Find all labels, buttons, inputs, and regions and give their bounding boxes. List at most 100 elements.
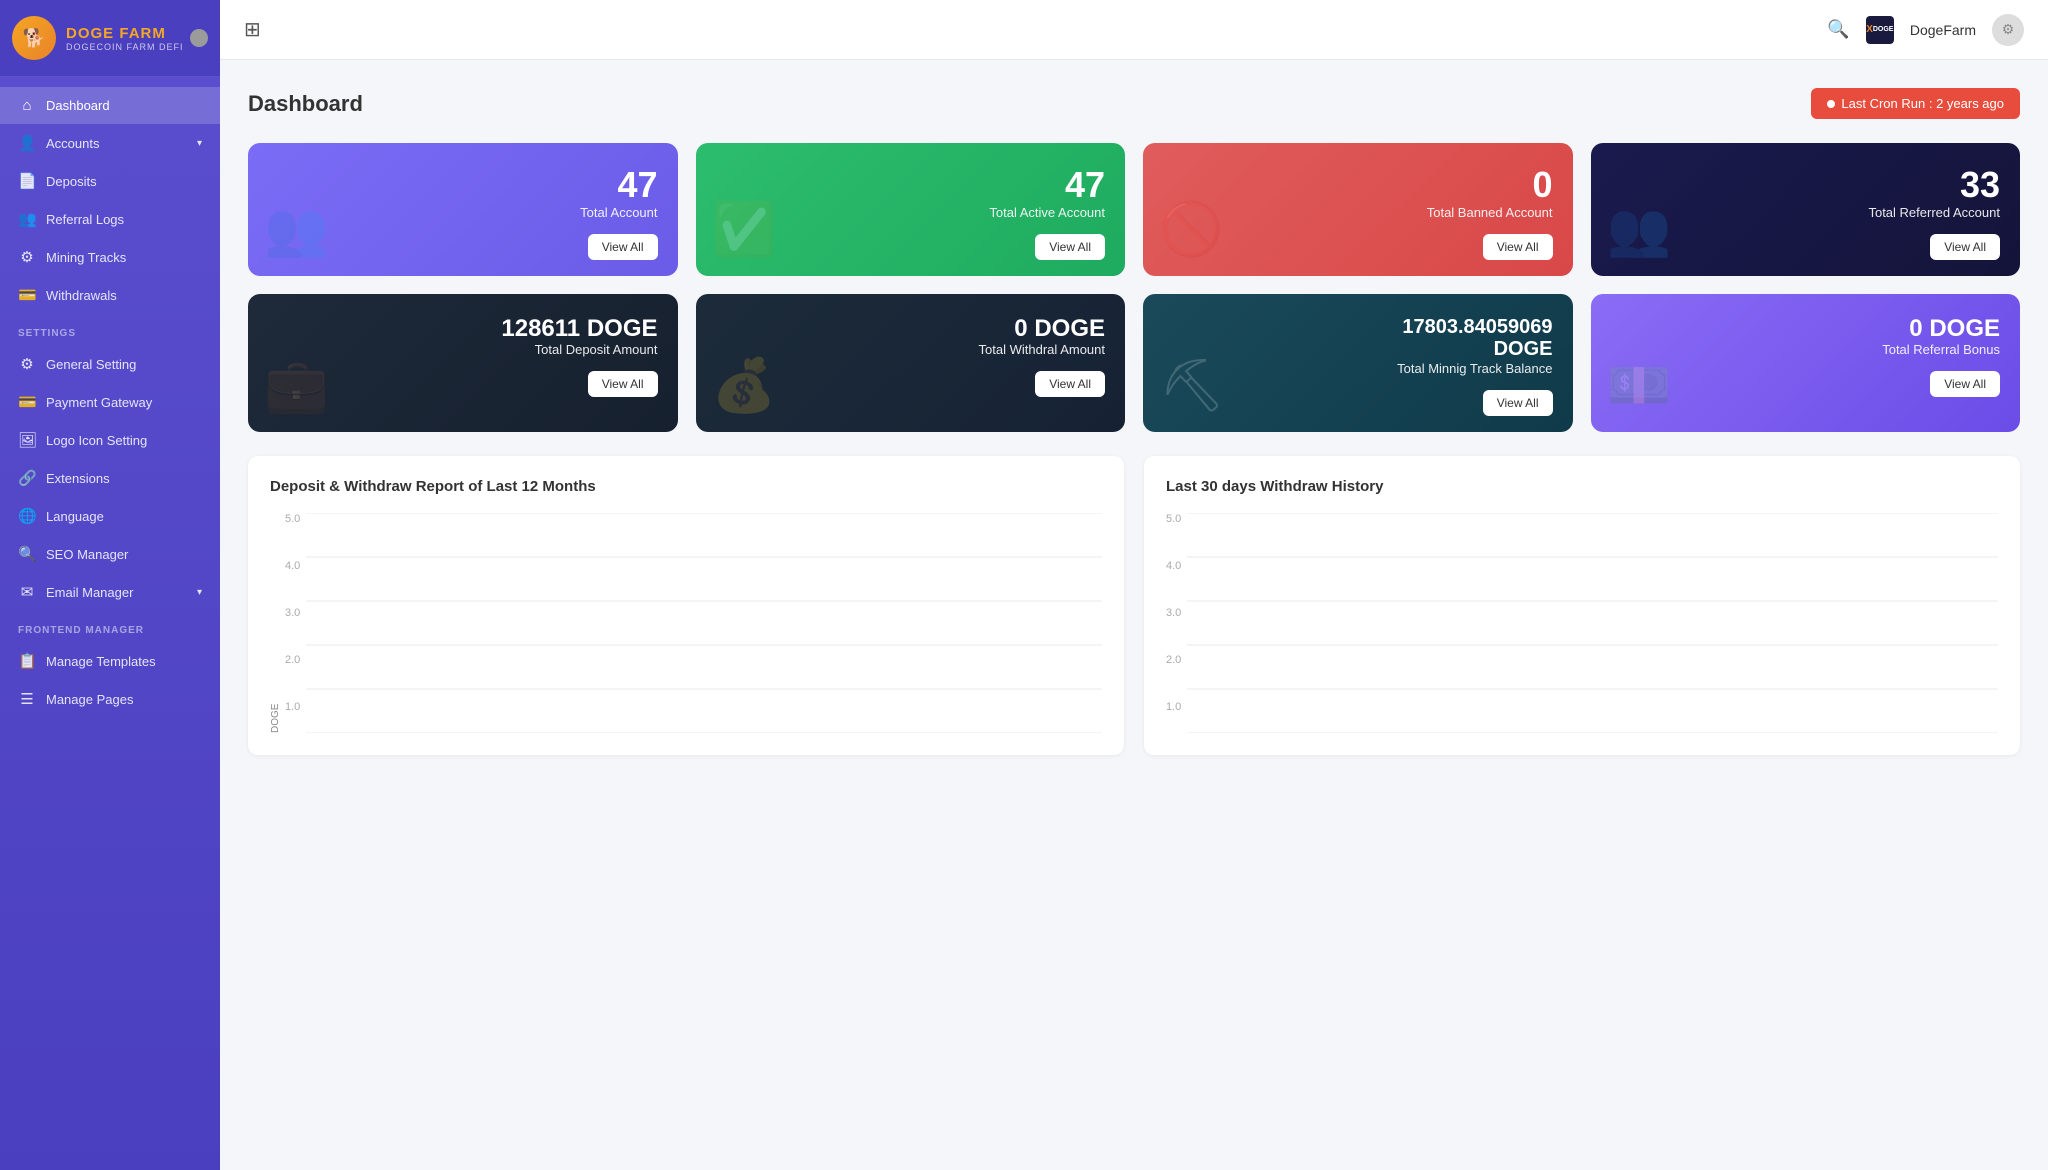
brand-sub: DOGECOIN FARM DEFI xyxy=(66,42,184,52)
active-account-label: Total Active Account xyxy=(716,205,1106,220)
sidebar-item-label: Accounts xyxy=(46,136,99,151)
sidebar-item-label: Dashboard xyxy=(46,98,110,113)
cron-badge: Last Cron Run : 2 years ago xyxy=(1811,88,2020,119)
banned-account-label: Total Banned Account xyxy=(1163,205,1553,220)
collapse-button[interactable]: ⊞ xyxy=(244,17,261,42)
withdraw-history-chart: Last 30 days Withdraw History 5.0 4.0 3.… xyxy=(1144,456,2020,755)
referral-bonus-bg-icon: 💵 xyxy=(1607,355,1672,416)
sidebar-item-label: Withdrawals xyxy=(46,288,117,303)
sidebar-item-mining-tracks[interactable]: ⚙ Mining Tracks xyxy=(0,238,220,276)
chart1-y-label: DOGE xyxy=(270,513,281,733)
home-icon: ⌂ xyxy=(18,97,36,114)
chart2-title: Last 30 days Withdraw History xyxy=(1166,478,1998,495)
y-tick-4: 4.0 xyxy=(285,560,300,572)
withdrawal-amount-label: Total Withdral Amount xyxy=(716,342,1106,357)
stat-card-referred-account: 👥 33 Total Referred Account View All xyxy=(1591,143,2021,276)
gear-icon: ⚙ xyxy=(18,355,36,373)
sidebar-item-deposits[interactable]: 📄 Deposits xyxy=(0,162,220,200)
deposits-icon: 📄 xyxy=(18,172,36,190)
chart2-svg-area xyxy=(1187,513,1998,733)
sidebar-item-referral-logs[interactable]: 👥 Referral Logs xyxy=(0,200,220,238)
withdrawals-icon: 💳 xyxy=(18,286,36,304)
language-icon: 🌐 xyxy=(18,507,36,525)
stat-card-mining-balance: ⛏ 17803.84059069 DOGE Total Minnig Track… xyxy=(1143,294,1573,432)
stat-cards-bottom: 💼 128611 DOGE Total Deposit Amount View … xyxy=(248,294,2020,432)
sidebar-item-label: Language xyxy=(46,509,104,524)
withdrawal-amount-number: 0 DOGE xyxy=(716,316,1106,342)
referred-account-label: Total Referred Account xyxy=(1611,205,2001,220)
email-icon: ✉ xyxy=(18,583,36,601)
deposit-bg-icon: 💼 xyxy=(264,355,329,416)
deposit-amount-view-btn[interactable]: View All xyxy=(588,371,658,397)
main-area: ⊞ 🔍 XDOGE DogeFarm ⚙ Dashboard Last Cron… xyxy=(220,0,2048,1170)
sidebar-nav: ⌂ Dashboard 👤 Accounts ▾ 📄 Deposits 👥 Re… xyxy=(0,77,220,1170)
referred-account-view-btn[interactable]: View All xyxy=(1930,234,2000,260)
chevron-down-icon: ▾ xyxy=(197,138,202,149)
sidebar-item-label: Logo Icon Setting xyxy=(46,433,147,448)
mining-icon: ⚙ xyxy=(18,248,36,266)
search-icon[interactable]: 🔍 xyxy=(1827,19,1849,40)
cron-label: Last Cron Run : 2 years ago xyxy=(1841,96,2004,111)
deposit-amount-number: 128611 DOGE xyxy=(268,316,658,342)
sidebar-item-logo-icon-setting[interactable]: 🖼 Logo Icon Setting xyxy=(0,421,220,459)
sidebar-item-label: Email Manager xyxy=(46,585,133,600)
stat-card-referral-bonus: 💵 0 DOGE Total Referral Bonus View All xyxy=(1591,294,2021,432)
stat-card-total-account: 👥 47 Total Account View All xyxy=(248,143,678,276)
y-tick-3: 3.0 xyxy=(285,607,300,619)
mining-balance-number: 17803.84059069 xyxy=(1163,316,1553,338)
sidebar-item-label: Referral Logs xyxy=(46,212,124,227)
sidebar-logo: 🐕 DOGE FARM DOGECOIN FARM DEFI xyxy=(0,0,220,77)
extensions-icon: 🔗 xyxy=(18,469,36,487)
pages-icon: ☰ xyxy=(18,690,36,708)
stat-card-banned-account: 🚫 0 Total Banned Account View All xyxy=(1143,143,1573,276)
y2-tick-2: 2.0 xyxy=(1166,654,1181,666)
chevron-down-icon: ▾ xyxy=(197,587,202,598)
sidebar-item-label: SEO Manager xyxy=(46,547,128,562)
sidebar-item-extensions[interactable]: 🔗 Extensions xyxy=(0,459,220,497)
dashboard-header: Dashboard Last Cron Run : 2 years ago xyxy=(248,88,2020,119)
logo-text: DOGE FARM DOGECOIN FARM DEFI xyxy=(66,25,184,52)
logo-circle: 🐕 xyxy=(12,16,56,60)
sidebar-item-label: Manage Templates xyxy=(46,654,156,669)
referral-bonus-label: Total Referral Bonus xyxy=(1611,342,2001,357)
sidebar-item-accounts[interactable]: 👤 Accounts ▾ xyxy=(0,124,220,162)
active-account-view-btn[interactable]: View All xyxy=(1035,234,1105,260)
banned-account-view-btn[interactable]: View All xyxy=(1483,234,1553,260)
withdrawal-amount-view-btn[interactable]: View All xyxy=(1035,371,1105,397)
stat-cards-top: 👥 47 Total Account View All ✅ 47 Total A… xyxy=(248,143,2020,276)
y-tick-2: 2.0 xyxy=(285,654,300,666)
sidebar-item-payment-gateway[interactable]: 💳 Payment Gateway xyxy=(0,383,220,421)
sidebar-item-language[interactable]: 🌐 Language xyxy=(0,497,220,535)
mining-balance-label: Total Minnig Track Balance xyxy=(1163,361,1553,376)
page-title: Dashboard xyxy=(248,91,363,117)
sidebar-item-withdrawals[interactable]: 💳 Withdrawals xyxy=(0,276,220,314)
deposit-amount-label: Total Deposit Amount xyxy=(268,342,658,357)
referral-bonus-view-btn[interactable]: View All xyxy=(1930,371,2000,397)
accounts-icon: 👤 xyxy=(18,134,36,152)
logo-icon-setting-icon: 🖼 xyxy=(18,431,36,449)
settings-section-label: SETTINGS xyxy=(0,314,220,345)
total-account-view-btn[interactable]: View All xyxy=(588,234,658,260)
topbar: ⊞ 🔍 XDOGE DogeFarm ⚙ xyxy=(220,0,2048,60)
topbar-right: 🔍 XDOGE DogeFarm ⚙ xyxy=(1827,14,2024,46)
stat-card-deposit-amount: 💼 128611 DOGE Total Deposit Amount View … xyxy=(248,294,678,432)
sidebar-item-dashboard[interactable]: ⌂ Dashboard xyxy=(0,87,220,124)
logo-dot xyxy=(190,29,208,47)
brand-logo-icon: XDOGE xyxy=(1866,16,1894,44)
sidebar-item-manage-pages[interactable]: ☰ Manage Pages xyxy=(0,680,220,718)
chart1-svg-area xyxy=(306,513,1102,733)
y-tick-5: 5.0 xyxy=(285,513,300,525)
sidebar-item-label: General Setting xyxy=(46,357,136,372)
cron-dot-icon xyxy=(1827,100,1835,108)
sidebar-item-label: Deposits xyxy=(46,174,97,189)
mining-balance-view-btn[interactable]: View All xyxy=(1483,390,1553,416)
sidebar-item-manage-templates[interactable]: 📋 Manage Templates xyxy=(0,642,220,680)
sidebar-item-label: Manage Pages xyxy=(46,692,133,707)
sidebar-item-seo-manager[interactable]: 🔍 SEO Manager xyxy=(0,535,220,573)
avatar[interactable]: ⚙ xyxy=(1992,14,2024,46)
frontend-section-label: FRONTEND MANAGER xyxy=(0,611,220,642)
sidebar-item-email-manager[interactable]: ✉ Email Manager ▾ xyxy=(0,573,220,611)
brand-name: DOGE FARM xyxy=(66,25,184,42)
sidebar-item-general-setting[interactable]: ⚙ General Setting xyxy=(0,345,220,383)
stat-card-withdrawal-amount: 💰 0 DOGE Total Withdral Amount View All xyxy=(696,294,1126,432)
